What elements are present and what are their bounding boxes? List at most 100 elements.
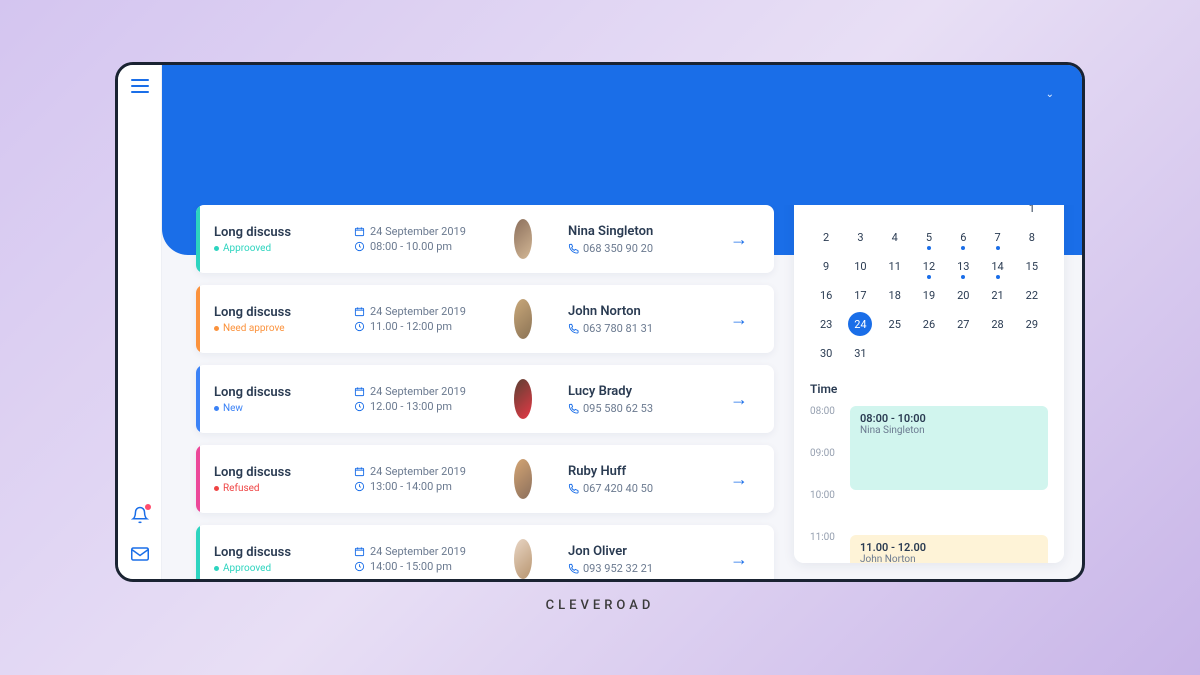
calendar-day[interactable]: 16 — [810, 283, 842, 308]
clock-icon — [354, 321, 365, 332]
date-text: 24 September 2019 — [370, 385, 466, 398]
time-text: 11.00 - 12:00 pm — [370, 320, 452, 333]
calendar-day[interactable]: 3 — [844, 225, 876, 250]
open-arrow-button[interactable]: → — [722, 549, 756, 570]
time-slot[interactable]: 08:00 - 10:00Nina Singleton — [850, 406, 1048, 490]
open-arrow-button[interactable]: → — [722, 389, 756, 410]
patient-list: Long discuss Approoved 24 September 2019… — [162, 205, 794, 579]
phone-text: 095 580 62 53 — [583, 402, 653, 415]
calendar-day[interactable]: 5 — [913, 225, 945, 250]
calendar-day[interactable]: 29 — [1016, 312, 1048, 337]
slot-name: John Norton — [860, 554, 1038, 563]
patient-card[interactable]: Long discuss New 24 September 2019 12.00… — [196, 365, 774, 433]
phone-icon — [568, 323, 579, 334]
phone-text: 068 350 90 20 — [583, 242, 653, 255]
calendar-icon — [354, 306, 365, 317]
calendar-day[interactable]: 6 — [947, 225, 979, 250]
phone-icon — [568, 243, 579, 254]
calendar-day[interactable]: 21 — [981, 283, 1013, 308]
calendar-day[interactable]: 8 — [1016, 225, 1048, 250]
patient-card[interactable]: Long discuss Approoved 24 September 2019… — [196, 525, 774, 579]
menu-icon[interactable] — [131, 79, 149, 93]
patient-avatar — [514, 219, 532, 259]
time-text: 13:00 - 14:00 pm — [370, 480, 452, 493]
calendar-day[interactable]: 25 — [879, 312, 911, 337]
time-label: 08:00 — [810, 406, 850, 448]
date-text: 24 September 2019 — [370, 545, 466, 558]
time-text: 12.00 - 13:00 pm — [370, 400, 452, 413]
calendar-icon — [354, 226, 365, 237]
calendar-day[interactable]: 13 — [947, 254, 979, 279]
calendar-day[interactable]: 12 — [913, 254, 945, 279]
calendar-day[interactable]: 23 — [810, 312, 842, 337]
calendar-icon — [354, 386, 365, 397]
time-slot[interactable]: 11.00 - 12.00John Norton — [850, 535, 1048, 563]
appointment-title: Long discuss — [214, 545, 318, 560]
calendar-day[interactable]: 11 — [879, 254, 911, 279]
calendar-day[interactable]: 18 — [879, 283, 911, 308]
status-label: Refused — [223, 483, 260, 494]
phone-text: 063 780 81 31 — [583, 322, 653, 335]
appointment-title: Long discuss — [214, 465, 318, 480]
patient-name: Ruby Huff — [568, 464, 704, 479]
calendar-day[interactable]: 9 — [810, 254, 842, 279]
patient-card[interactable]: Long discuss Approoved 24 September 2019… — [196, 205, 774, 273]
calendar-day[interactable]: 4 — [879, 225, 911, 250]
calendar-day[interactable]: 15 — [1016, 254, 1048, 279]
time-label: 09:00 — [810, 448, 850, 490]
patient-avatar — [514, 379, 532, 419]
time-text: 08:00 - 10.00 pm — [370, 240, 452, 253]
calendar-day[interactable]: 19 — [913, 283, 945, 308]
appointment-title: Long discuss — [214, 385, 318, 400]
calendar-day[interactable]: 28 — [981, 312, 1013, 337]
calendar-day[interactable]: 31 — [844, 341, 876, 366]
chevron-down-icon: ⌄ — [1046, 89, 1054, 100]
status-label: Approoved — [223, 563, 271, 574]
calendar-day[interactable]: 27 — [947, 312, 979, 337]
calendar-day[interactable]: 14 — [981, 254, 1013, 279]
patient-card[interactable]: Long discuss Refused 24 September 2019 1… — [196, 445, 774, 513]
clock-icon — [354, 481, 365, 492]
status-label: Approoved — [223, 243, 271, 254]
time-section-label: Time — [810, 382, 1048, 396]
calendar-day[interactable]: 1 — [1016, 205, 1048, 221]
phone-icon — [568, 563, 579, 574]
patient-name: John Norton — [568, 304, 704, 319]
mail-icon[interactable] — [131, 546, 149, 565]
clock-icon — [354, 561, 365, 572]
patient-name: Jon Oliver — [568, 544, 704, 559]
date-text: 24 September 2019 — [370, 305, 466, 318]
appointment-title: Long discuss — [214, 305, 318, 320]
bell-icon[interactable] — [131, 506, 149, 528]
phone-text: 093 952 32 21 — [583, 562, 653, 575]
calendar-day[interactable]: 24 — [848, 312, 872, 336]
brand-label: CLEVEROAD — [546, 598, 655, 613]
phone-icon — [568, 483, 579, 494]
calendar-day[interactable]: 17 — [844, 283, 876, 308]
open-arrow-button[interactable]: → — [722, 469, 756, 490]
calendar-day[interactable]: 2 — [810, 225, 842, 250]
appointment-title: Long discuss — [214, 225, 318, 240]
sidebar — [118, 65, 162, 579]
open-arrow-button[interactable]: → — [722, 229, 756, 250]
clock-icon — [354, 241, 365, 252]
calendar-day[interactable]: 20 — [947, 283, 979, 308]
calendar-icon — [354, 546, 365, 557]
calendar-day[interactable]: 10 — [844, 254, 876, 279]
time-label: 11:00 — [810, 532, 850, 563]
patient-avatar — [514, 299, 532, 339]
calendar-day[interactable]: 26 — [913, 312, 945, 337]
phone-text: 067 420 40 50 — [583, 482, 653, 495]
patient-name: Nina Singleton — [568, 224, 704, 239]
slot-time: 08:00 - 10:00 — [860, 412, 1038, 425]
patient-card[interactable]: Long discuss Need approve 24 September 2… — [196, 285, 774, 353]
calendar-day[interactable]: 22 — [1016, 283, 1048, 308]
slot-name: Nina Singleton — [860, 425, 1038, 436]
patient-avatar — [514, 539, 532, 579]
calendar-day[interactable]: 7 — [981, 225, 1013, 250]
calendar-day[interactable]: 30 — [810, 341, 842, 366]
slot-time: 11.00 - 12.00 — [860, 541, 1038, 554]
open-arrow-button[interactable]: → — [722, 309, 756, 330]
calendar-panel: ← September 2019 → MTWTFSS12345678910111… — [794, 205, 1064, 563]
phone-icon — [568, 403, 579, 414]
